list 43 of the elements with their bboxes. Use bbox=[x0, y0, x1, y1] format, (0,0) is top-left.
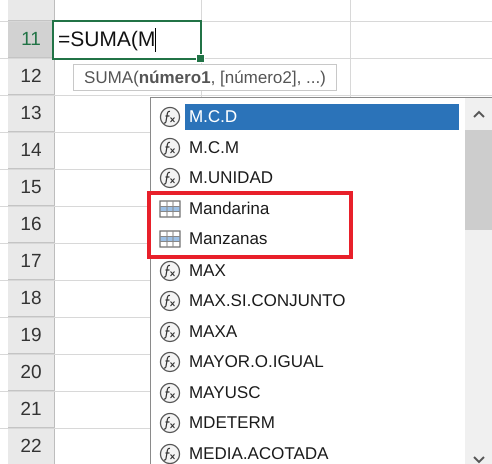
row-header[interactable]: 19 bbox=[8, 318, 55, 354]
scroll-down-icon[interactable] bbox=[472, 456, 484, 464]
scrollbar-thumb[interactable] bbox=[465, 130, 492, 230]
function-icon bbox=[159, 106, 181, 128]
row-header[interactable]: 16 bbox=[8, 207, 55, 243]
scroll-up-icon[interactable] bbox=[472, 110, 484, 118]
scrollbar[interactable] bbox=[465, 98, 492, 464]
function-icon bbox=[159, 260, 181, 282]
autocomplete-item[interactable]: MAYOR.O.IGUAL bbox=[185, 349, 328, 376]
table-icon bbox=[159, 198, 181, 220]
row-header[interactable]: 18 bbox=[8, 281, 55, 317]
autocomplete-item[interactable]: M.C.D bbox=[185, 104, 459, 130]
function-icon bbox=[159, 320, 181, 343]
row-header[interactable]: 20 bbox=[8, 355, 55, 391]
autocomplete-item[interactable]: M.C.M bbox=[185, 134, 244, 161]
text-cursor bbox=[155, 28, 156, 52]
row-header[interactable]: 22 bbox=[8, 429, 55, 464]
autocomplete-item[interactable]: Manzanas bbox=[185, 226, 272, 252]
table-icon bbox=[159, 228, 181, 250]
autocomplete-item[interactable]: MAX.SI.CONJUNTO bbox=[185, 288, 350, 314]
row-header[interactable]: 14 bbox=[8, 133, 55, 169]
function-icon bbox=[159, 382, 181, 404]
function-icon bbox=[159, 412, 181, 434]
row-header[interactable]: 17 bbox=[8, 244, 55, 280]
function-icon bbox=[159, 290, 181, 312]
autocomplete-item[interactable]: MEDIA.ACOTADA bbox=[185, 440, 332, 464]
row-header[interactable]: 11 bbox=[8, 22, 55, 58]
autocomplete-item[interactable]: MAXA bbox=[185, 318, 242, 345]
autocomplete-item[interactable]: M.UNIDAD bbox=[185, 165, 278, 192]
function-icon bbox=[159, 167, 181, 190]
row-header[interactable]: 13 bbox=[8, 96, 55, 132]
function-icon bbox=[159, 351, 181, 374]
autocomplete-item[interactable]: Mandarina bbox=[185, 196, 274, 222]
row-header[interactable]: 21 bbox=[8, 392, 55, 428]
row-header[interactable]: 15 bbox=[8, 170, 55, 206]
fill-handle[interactable] bbox=[196, 54, 205, 63]
autocomplete-item[interactable]: MAX bbox=[185, 258, 230, 284]
function-tooltip: SUMA(número1, [número2], ...) bbox=[73, 64, 337, 91]
active-cell[interactable]: =SUMA(M bbox=[52, 20, 202, 60]
autocomplete-item[interactable]: MAYUSC bbox=[185, 380, 264, 406]
row-header[interactable]: 12 bbox=[8, 59, 55, 95]
function-icon bbox=[159, 136, 181, 159]
autocomplete-item[interactable]: MDETERM bbox=[185, 410, 279, 436]
